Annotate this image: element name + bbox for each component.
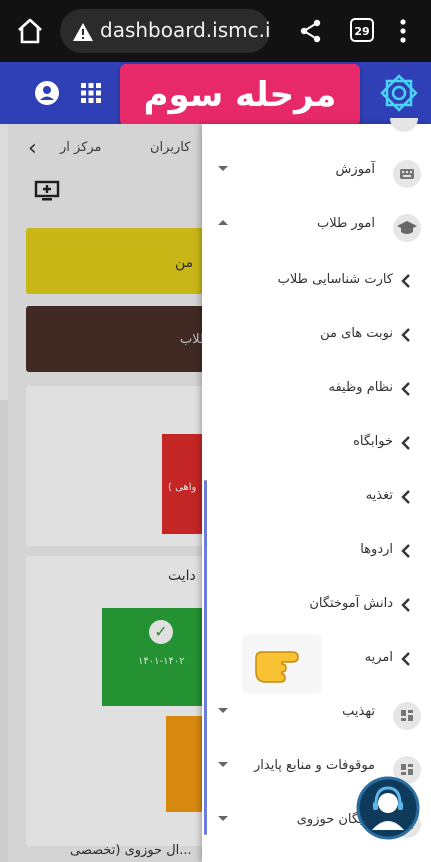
- submenu-label: خوابگاه: [353, 434, 393, 449]
- submenu-label: دانش آموختگان: [309, 596, 393, 611]
- chevron-left-icon: [401, 382, 410, 396]
- site-logo[interactable]: [378, 72, 420, 114]
- chevron-left-icon: [401, 436, 410, 450]
- url-text[interactable]: dashboard.ismc.ir: [100, 18, 270, 42]
- nav-item-student-affairs[interactable]: امور طلاب: [202, 200, 431, 254]
- more-vert-icon[interactable]: [400, 18, 406, 44]
- drawer-scrollbar[interactable]: [204, 480, 207, 835]
- caret-down-icon: [218, 762, 228, 767]
- submenu-item[interactable]: نوبت های من: [202, 310, 431, 364]
- chevron-left-icon: [401, 544, 410, 558]
- submenu-label: امریه: [364, 650, 393, 665]
- apps-grid-icon[interactable]: [80, 82, 102, 104]
- nav-label: موقوفات و منابع پایدار: [254, 758, 375, 773]
- graduation-cap-icon: [393, 214, 421, 242]
- stage-banner: مرحله سوم: [120, 64, 360, 126]
- caret-up-icon: [218, 220, 228, 225]
- share-icon[interactable]: [298, 18, 324, 44]
- caret-down-icon: [218, 708, 228, 713]
- submenu-label: کارت شناسایی طلاب: [277, 272, 393, 287]
- nav-label: آموزش: [335, 162, 375, 177]
- submenu-item[interactable]: امریه: [202, 634, 431, 688]
- submenu-item[interactable]: تغذیه: [202, 472, 431, 526]
- chevron-left-icon: [401, 652, 410, 666]
- submenu-label: نظام وظیفه: [328, 380, 393, 395]
- home-icon[interactable]: [14, 15, 46, 47]
- submenu-label: نوبت های من: [320, 326, 393, 341]
- caret-down-icon: [218, 816, 228, 821]
- chevron-left-icon: [401, 328, 410, 342]
- nav-label: تهذیب: [342, 704, 375, 719]
- scrim-overlay[interactable]: [0, 124, 208, 862]
- chevron-left-icon: [401, 274, 410, 288]
- chevron-left-icon: [401, 598, 410, 612]
- nav-label: امور طلاب: [316, 216, 375, 231]
- tab-switcher-button[interactable]: 29: [350, 18, 374, 42]
- nav-item-tahzib[interactable]: تهذیب: [202, 688, 431, 742]
- nav-item-education[interactable]: آموزش: [202, 146, 431, 200]
- caret-down-icon: [218, 166, 228, 171]
- account-icon[interactable]: [34, 80, 60, 106]
- submenu-item[interactable]: اردوها: [202, 526, 431, 580]
- warning-icon[interactable]: [72, 21, 94, 43]
- support-chat-icon[interactable]: [356, 776, 420, 840]
- submenu-item[interactable]: دانش آموختگان: [202, 580, 431, 634]
- keyboard-icon: [393, 160, 421, 188]
- chevron-left-icon: [401, 490, 410, 504]
- submenu-item[interactable]: کارت شناسایی طلاب: [202, 256, 431, 310]
- submenu-label: اردوها: [360, 542, 393, 557]
- dashboard-icon: [393, 702, 421, 730]
- submenu-label: تغذیه: [365, 488, 393, 503]
- submenu-item[interactable]: خوابگاه: [202, 418, 431, 472]
- submenu-item[interactable]: نظام وظیفه: [202, 364, 431, 418]
